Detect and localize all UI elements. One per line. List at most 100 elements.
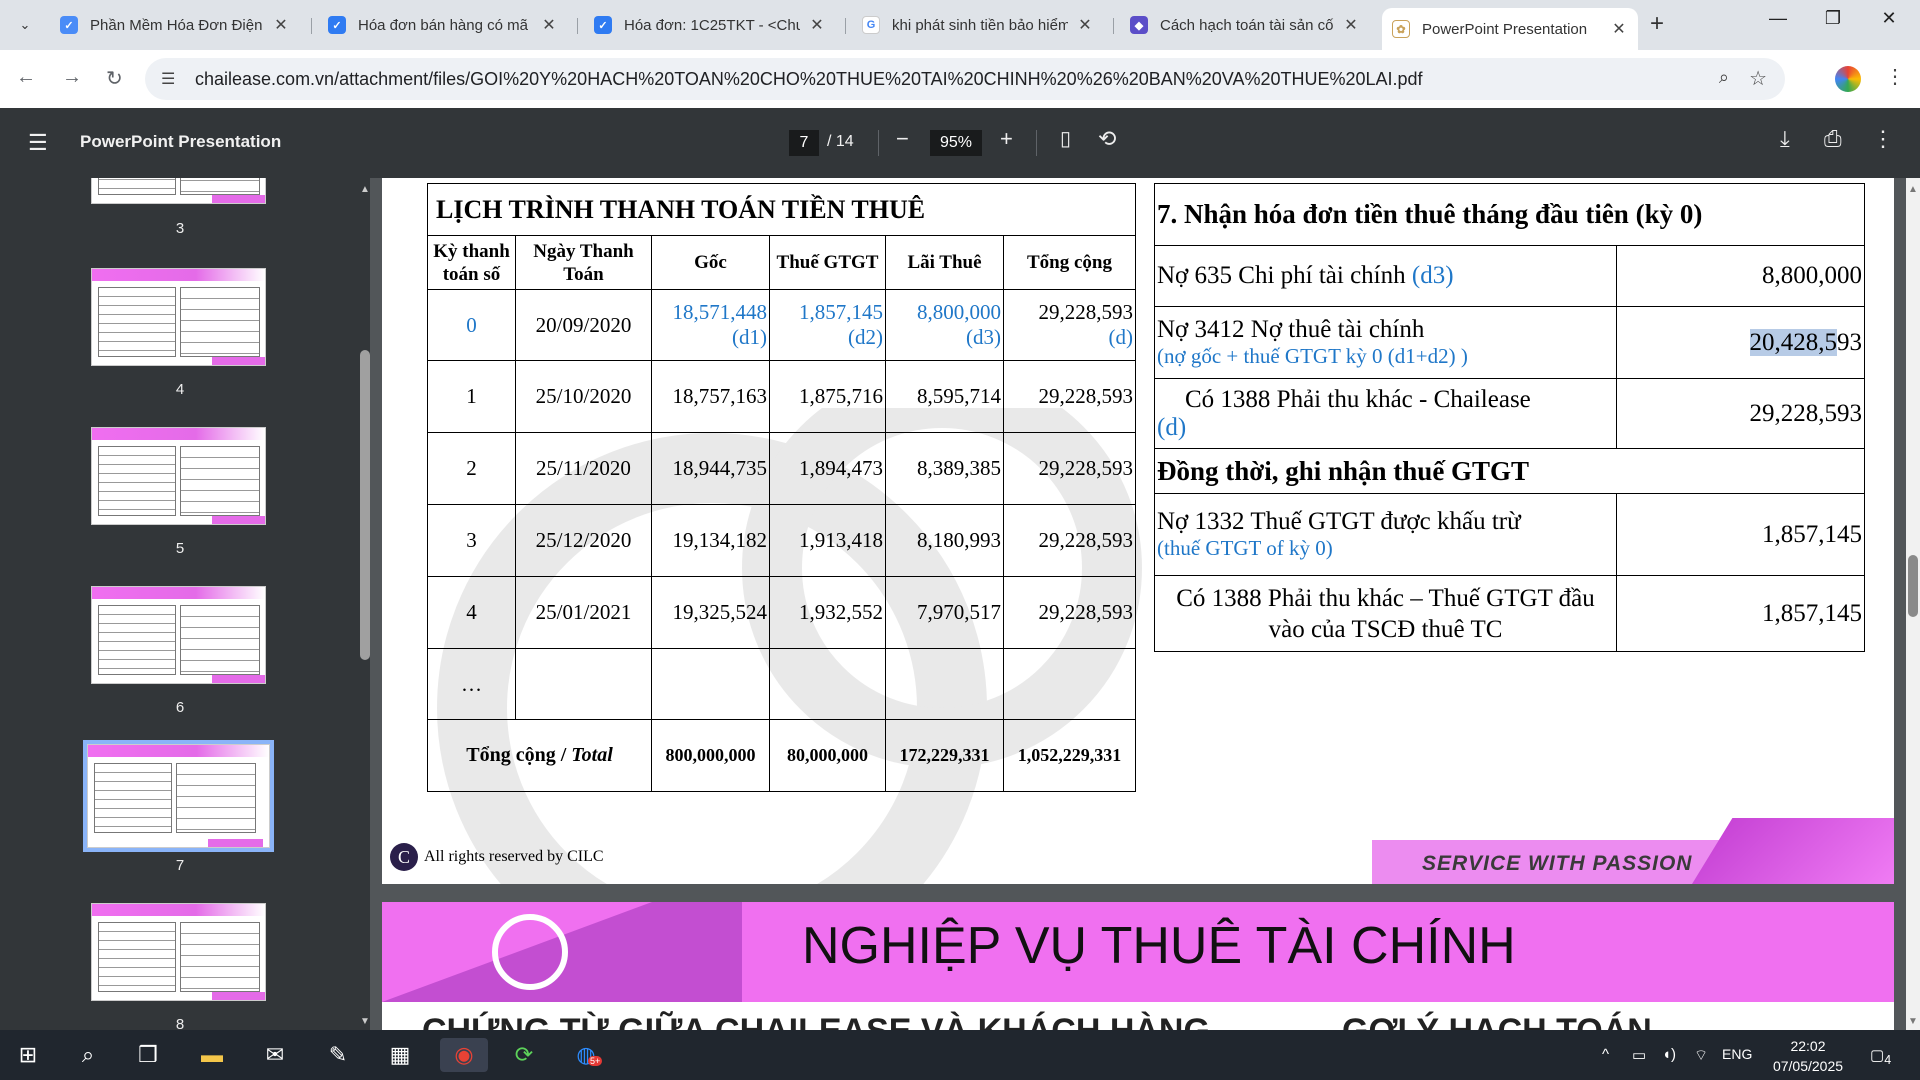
page-thumbnail-3[interactable] [91,178,266,204]
close-icon[interactable]: ✕ [808,15,826,35]
close-icon[interactable]: ✕ [1342,15,1360,35]
payment-schedule-table: LỊCH TRÌNH THANH TOÁN TIỀN THUÊ Kỳ thanh… [427,183,1136,792]
pdf-viewer[interactable]: LỊCH TRÌNH THANH TOÁN TIỀN THUÊ Kỳ thanh… [370,178,1906,1030]
zoom-in-button[interactable]: + [1000,126,1013,152]
browser-menu-icon[interactable]: ⋮ [1885,64,1905,89]
scroll-up-arrow-icon[interactable]: ▲ [1908,184,1918,195]
page-number-input[interactable]: 7 [789,130,819,156]
zoom-input[interactable]: 95% [930,130,982,156]
profile-avatar[interactable] [1835,66,1861,92]
print-button[interactable]: ⎙ [1824,126,1842,152]
tab-title: Phần Mềm Hóa Đơn Điện Tử [90,16,264,34]
page-thumbnail-5[interactable] [91,427,266,525]
zoom-icon[interactable]: ⌕ [1719,67,1729,88]
zoom-out-button[interactable]: − [896,126,909,152]
selected-amount[interactable]: 20,428,593 [1616,306,1865,379]
task-view-icon: ❒ [138,1042,158,1067]
calculator-button[interactable]: ▦ [380,1038,420,1072]
start-button[interactable]: ⊞ [8,1038,48,1072]
close-icon[interactable]: ✕ [272,15,290,35]
battery-icon[interactable]: ▭ [1632,1046,1646,1064]
page-thumbnail-8[interactable] [91,903,266,1001]
reload-button[interactable]: ↻ [106,66,123,91]
more-options-button[interactable]: ⋮ [1872,126,1894,152]
tab-4[interactable]: G khi phát sinh tiền bảo hiểm ✕ [852,8,1104,42]
col-header-principal: Gốc [651,235,770,290]
minimize-button[interactable]: — [1755,8,1801,29]
zalo-button[interactable]: ◍ 5+ [566,1038,606,1072]
volume-icon[interactable]: ◖) [1662,1046,1676,1063]
cell-principal: 18,571,448 (d1) [651,289,770,361]
search-button[interactable]: ⌕ [68,1038,108,1072]
mail-button[interactable]: ✉ [255,1038,295,1072]
paint-button[interactable]: ✎ [318,1038,358,1072]
notifications-button[interactable]: ▢4 [1870,1046,1891,1067]
toolbar-divider [1036,130,1037,156]
back-button[interactable]: ← [16,66,36,89]
tab-separator [577,18,578,34]
download-button[interactable]: ⤓ [1780,126,1790,152]
scroll-down-arrow-icon[interactable]: ▼ [360,1016,370,1027]
table-row: … [427,648,1136,720]
pdf-page-7: LỊCH TRÌNH THANH TOÁN TIỀN THUÊ Kỳ thanh… [382,178,1894,884]
site-info-icon[interactable]: ☰ [161,69,175,89]
bookmark-star-icon[interactable]: ☆ [1749,66,1767,91]
page-thumbnail-4[interactable] [91,268,266,366]
sidebar-scrollbar-thumb[interactable] [360,350,370,660]
viewer-scrollbar-thumb[interactable] [1908,555,1918,617]
download-icon: ⤓ [1780,126,1790,151]
language-indicator[interactable]: ENG [1722,1046,1752,1062]
close-icon[interactable]: ✕ [1076,15,1094,35]
scroll-up-arrow-icon[interactable]: ▲ [360,184,370,195]
google-icon: G [862,16,880,34]
close-icon[interactable]: ✕ [540,15,558,35]
pdf-toolbar: ☰ PowerPoint Presentation 7 / 14 − 95% +… [0,108,1920,178]
close-icon[interactable]: ✕ [1610,19,1628,39]
tab-5[interactable]: ◆ Cách hạch toán tài sản cố định ✕ [1120,8,1370,42]
task-view-button[interactable]: ❒ [128,1038,168,1072]
fit-page-button[interactable]: ▯ [1060,126,1071,151]
tab-title: Cách hạch toán tài sản cố định [1160,16,1334,34]
close-window-button[interactable]: ✕ [1866,8,1912,29]
tab-3[interactable]: ✓ Hóa đơn: 1C25TKT - <Chưa ✕ [584,8,836,42]
hamburger-menu-icon[interactable]: ☰ [28,130,48,156]
url-text[interactable]: chailease.com.vn/attachment/files/GOI%20… [195,69,1423,90]
minus-icon: − [896,126,909,151]
show-hidden-icons-button[interactable]: ^ [1602,1046,1609,1063]
table-row: Nợ 3412 Nợ thuê tài chính (nợ gốc + thuế … [1154,306,1865,379]
table-row: Có 1388 Phải thu khác – Thuế GTGT đầu và… [1154,575,1865,652]
forward-button[interactable]: → [62,66,82,89]
tab-6-active[interactable]: ✿ PowerPoint Presentation ✕ [1382,8,1638,50]
system-clock[interactable]: 22:02 07/05/2025 [1768,1036,1848,1076]
page-thumbnail-7-selected[interactable] [83,740,274,852]
next-page-title: NGHIỆP VỤ THUÊ TÀI CHÍNH [802,917,1516,975]
new-tab-button[interactable]: + [1650,10,1664,38]
address-bar: ← → ↻ ☰ chailease.com.vn/attachment/file… [0,50,1920,108]
table-row: 4 25/01/2021 19,325,524 1,932,552 7,970,51… [427,576,1136,649]
maximize-button[interactable]: ❐ [1810,8,1856,29]
thumbnail-label: 5 [175,540,185,557]
chevron-down-icon: ⌄ [19,17,31,32]
arrow-right-icon: → [62,66,82,88]
refresh-app-button[interactable]: ⟳ [504,1038,544,1072]
table-row: 0 20/09/2020 18,571,448 (d1) 1,857,145 (d2… [427,289,1136,361]
tab-2[interactable]: ✓ Hóa đơn bán hàng có mã của ✕ [318,8,568,42]
page-thumbnail-6[interactable] [91,586,266,684]
print-icon: ⎙ [1824,126,1842,151]
total-label: Tổng cộng / Total [427,719,652,792]
chrome-button[interactable]: ◉ [440,1038,488,1072]
accounting-entries-table: 7. Nhận hóa đơn tiền thuê tháng đầu tiên… [1154,183,1865,652]
next-page-subtitle-left: CHỨNG TỪ GIỮA CHAILEASE VÀ KHÁCH HÀNG [422,1012,1210,1030]
network-icon[interactable]: ⌔ [1694,1046,1708,1065]
notification-badge: 5+ [588,1056,603,1066]
rotate-button[interactable]: ⟲ [1098,126,1116,152]
file-explorer-button[interactable]: ▬ [192,1038,232,1072]
tab-search-button[interactable]: ⌄ [10,10,40,40]
schedule-title: LỊCH TRÌNH THANH TOÁN TIỀN THUÊ [427,183,1136,236]
tab-strip: ⌄ ✓ Phần Mềm Hóa Đơn Điện Tử ✕ ✓ Hóa đơn… [0,0,1920,50]
tab-separator [1113,18,1114,34]
tab-1[interactable]: ✓ Phần Mềm Hóa Đơn Điện Tử ✕ [50,8,300,42]
scroll-down-arrow-icon[interactable]: ▼ [1908,1016,1918,1027]
next-page-subtitle-right: GỢI Ý HẠCH TOÁN [1342,1012,1652,1030]
omnibox[interactable]: ☰ chailease.com.vn/attachment/files/GOI%… [145,58,1785,100]
